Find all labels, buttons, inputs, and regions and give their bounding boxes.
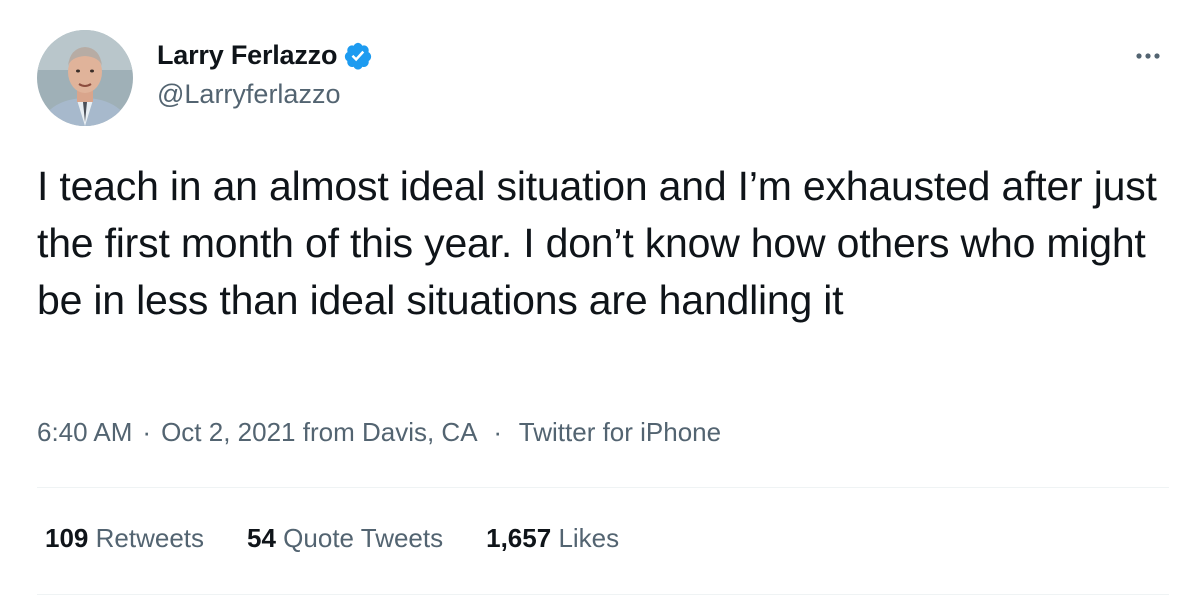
author-handle[interactable]: @Larryferlazzo [157, 79, 373, 110]
tweet-stats: 109 Retweets 54 Quote Tweets 1,657 Likes [45, 523, 662, 554]
retweets-stat[interactable]: 109 Retweets [45, 523, 204, 554]
display-name[interactable]: Larry Ferlazzo [157, 40, 337, 71]
meta-separator: · [493, 417, 503, 447]
verified-badge-icon [345, 42, 372, 69]
tweet-location: from Davis, CA [302, 417, 477, 447]
more-horizontal-icon[interactable] [1130, 38, 1166, 74]
avatar[interactable] [37, 30, 133, 126]
author-name-row[interactable]: Larry Ferlazzo [157, 40, 373, 71]
author-block: Larry Ferlazzo @Larryferlazzo [157, 40, 373, 110]
divider [37, 594, 1169, 595]
tweet-card: Larry Ferlazzo @Larryferlazzo I teach in… [0, 0, 1204, 606]
divider [37, 487, 1169, 488]
tweet-source-link[interactable]: Twitter for iPhone [519, 417, 721, 447]
quote-tweets-stat[interactable]: 54 Quote Tweets [247, 523, 443, 554]
tweet-text: I teach in an almost ideal situation and… [37, 163, 1157, 323]
avatar-photo [37, 30, 133, 126]
tweet-timestamp[interactable]: 6:40 AM · Oct 2, 2021 [37, 417, 296, 447]
tweet-meta: 6:40 AM · Oct 2, 2021 from Davis, CA · Twi… [37, 417, 721, 448]
likes-stat[interactable]: 1,657 Likes [486, 523, 619, 554]
